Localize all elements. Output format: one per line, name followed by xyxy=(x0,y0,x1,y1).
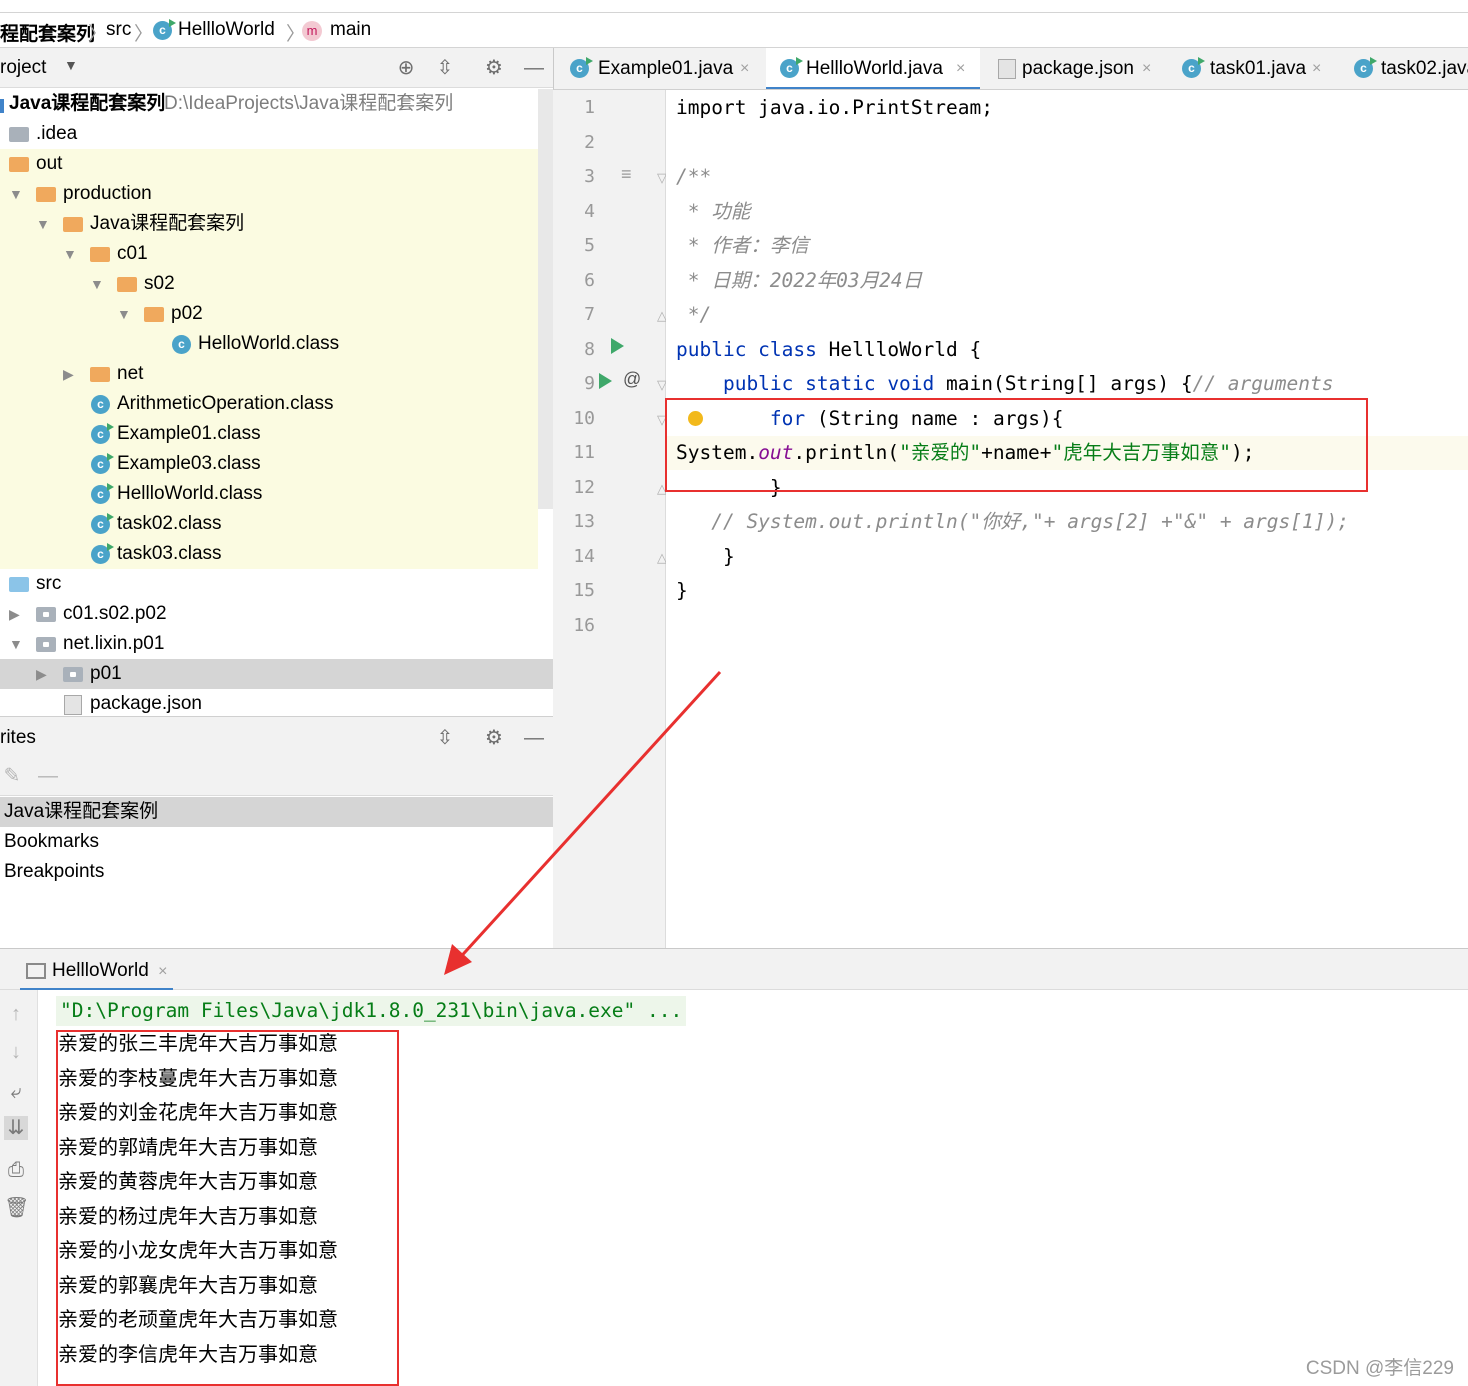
annotation-arrow xyxy=(444,670,722,975)
arrow-line xyxy=(454,670,722,964)
watermark: CSDN @李信229 xyxy=(1305,1358,1454,1379)
